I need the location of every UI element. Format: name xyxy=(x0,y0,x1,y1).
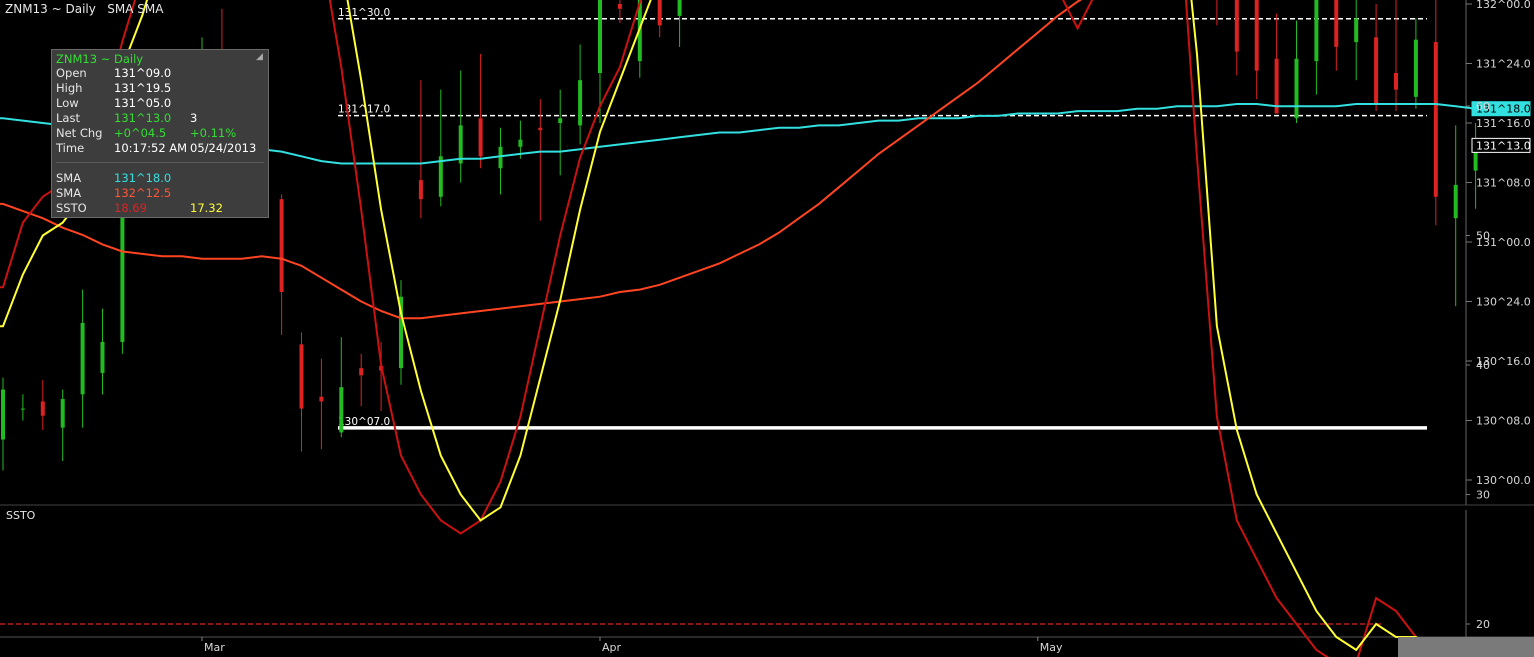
candle-body xyxy=(299,344,304,409)
candle-body xyxy=(1374,37,1379,104)
close-icon[interactable]: ◢ xyxy=(256,53,264,62)
ssto-tick-label: 60 xyxy=(1476,100,1490,113)
price-tag-label: 131^13.0 xyxy=(1476,139,1531,152)
row-extra: 3 xyxy=(190,111,198,125)
candle-body xyxy=(279,199,284,292)
candle-body xyxy=(518,139,523,147)
ssto-tick-label: 30 xyxy=(1476,489,1490,502)
candle-body xyxy=(339,387,344,433)
price-axis: 133^24.0133^16.0133^08.0133^00.0132^24.0… xyxy=(1466,0,1531,487)
time-tick-label: Apr xyxy=(602,641,622,654)
row-extra: +0.11% xyxy=(190,126,237,140)
ssto-tick-label: 40 xyxy=(1476,359,1490,372)
candle-body xyxy=(60,399,65,428)
level-label: 131^30.0 xyxy=(338,7,390,19)
row-value: 132^12.5 xyxy=(114,186,172,200)
price-tick-label: 131^16.0 xyxy=(1476,117,1531,130)
candle-body xyxy=(1453,184,1458,219)
candle-body xyxy=(1334,0,1339,47)
time-tick-label: Mar xyxy=(204,641,225,654)
ssto-tick-label: 50 xyxy=(1476,230,1490,243)
candle-body xyxy=(319,396,324,402)
candle-body xyxy=(100,341,105,373)
candle-body xyxy=(1234,0,1239,52)
candle-body xyxy=(498,146,503,169)
data-window-header: ZNM13 ~ Daily xyxy=(56,52,144,66)
candle-body xyxy=(578,80,583,126)
row-label: High xyxy=(56,81,83,95)
candle-body xyxy=(478,118,483,157)
row-value: 131^19.5 xyxy=(114,81,172,95)
candle-body xyxy=(80,322,85,395)
horizontal-scrollbar-thumb[interactable] xyxy=(1398,637,1534,657)
candle-body xyxy=(677,0,682,16)
chart-title: ZNM13 ~ Daily SMA SMA xyxy=(5,2,164,16)
candle-body xyxy=(1394,73,1398,90)
candle-body xyxy=(359,368,364,376)
candle-body xyxy=(617,4,622,9)
ssto-title: SSTO xyxy=(6,509,36,522)
candle-body xyxy=(1,389,5,440)
row-label: Open xyxy=(56,66,87,80)
ssto-tick-label: 20 xyxy=(1476,618,1490,631)
level-label: 130^07.0 xyxy=(338,416,390,428)
time-axis: Mar Apr May xyxy=(201,637,1063,654)
row-value: 10:17:52 AM xyxy=(114,141,188,155)
price-tick-label: 132^00.0 xyxy=(1476,0,1531,11)
price-tick-label: 131^08.0 xyxy=(1476,177,1531,190)
candle-body xyxy=(558,118,563,123)
candle-body xyxy=(1294,58,1299,119)
divider xyxy=(56,162,264,163)
candle-body xyxy=(1254,0,1259,71)
row-extra: 17.32 xyxy=(190,201,223,215)
candle-body xyxy=(1413,39,1418,97)
price-tick-label: 130^24.0 xyxy=(1476,296,1531,309)
row-value: 131^09.0 xyxy=(114,66,172,80)
row-label: Last xyxy=(56,111,80,125)
candle-body xyxy=(538,127,543,131)
candle-body xyxy=(657,0,662,26)
row-label: SMA xyxy=(56,186,82,200)
row-label: Net Chg xyxy=(56,126,103,140)
row-value: 131^13.0 xyxy=(114,111,172,125)
candle-body xyxy=(598,0,602,74)
time-tick-label: May xyxy=(1040,641,1063,654)
candle-body xyxy=(1433,42,1438,197)
row-label: SSTO xyxy=(56,201,87,215)
candle-body xyxy=(1354,18,1359,43)
row-label: SMA xyxy=(56,171,82,185)
candle-body xyxy=(418,180,423,200)
price-tick-label: 130^00.0 xyxy=(1476,474,1531,487)
candle-body xyxy=(20,408,25,410)
data-window[interactable]: ZNM13 ~ Daily ◢ Open 131^09.0 High 131^19.5… xyxy=(51,49,269,218)
candle-body xyxy=(40,401,45,416)
horizontal-levels: 133^21.0132^11.0131^30.0131^17.0130^07.0 xyxy=(338,7,1427,430)
row-value: 131^05.0 xyxy=(114,96,172,110)
row-value: +0^04.5 xyxy=(114,126,167,140)
price-tick-label: 131^24.0 xyxy=(1476,58,1531,71)
candle-body xyxy=(438,156,443,197)
row-value: 131^18.0 xyxy=(114,171,172,185)
candle-body xyxy=(1314,0,1319,62)
row-value: 18.69 xyxy=(114,201,147,215)
row-extra: 05/24/2013 xyxy=(190,141,257,155)
row-label: Time xyxy=(56,141,85,155)
row-label: Low xyxy=(56,96,79,110)
price-tick-label: 130^08.0 xyxy=(1476,415,1531,428)
